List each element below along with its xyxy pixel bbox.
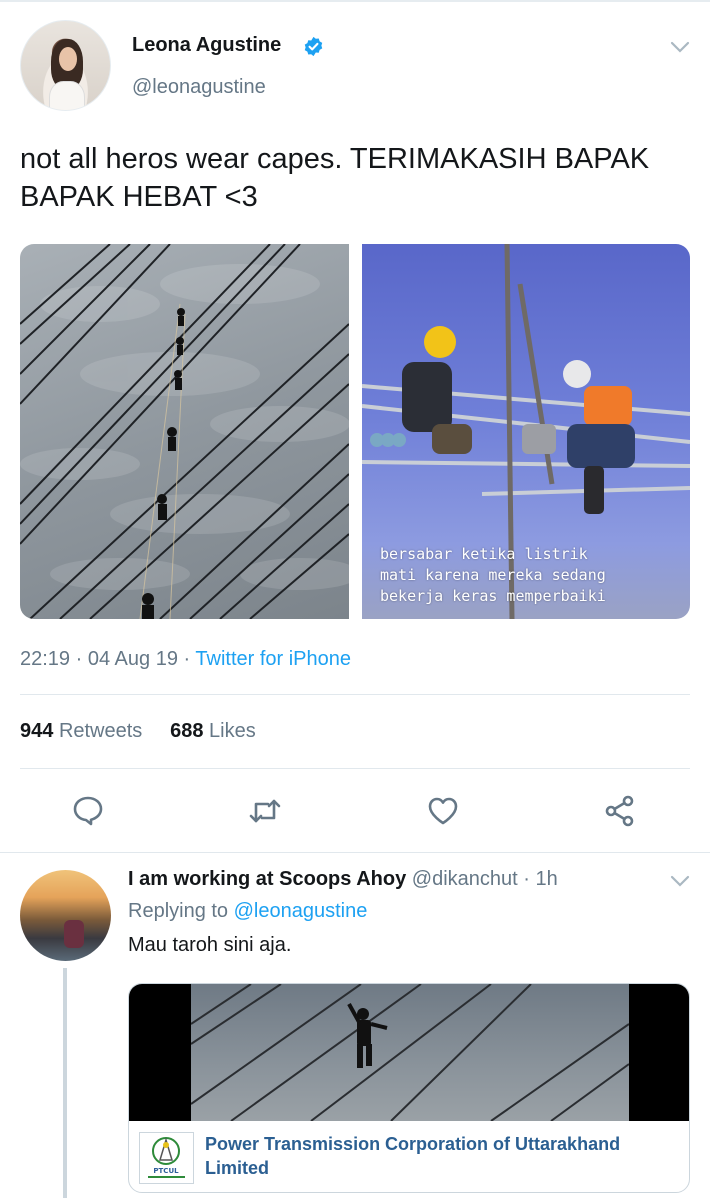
replying-to-label: Replying to: [128, 900, 229, 922]
replying-to: Replying to @leonagustine: [128, 900, 367, 923]
thread-line: [63, 968, 67, 1198]
ptcul-logo: PTCUL: [139, 1132, 194, 1184]
card-image[interactable]: [129, 984, 689, 1121]
tweet-photo-linemen-on-wires[interactable]: [20, 244, 349, 619]
author-name[interactable]: Leona Agustine: [132, 34, 281, 57]
reply-author-handle[interactable]: @dikanchut: [412, 868, 518, 890]
share-icon[interactable]: [603, 794, 637, 828]
top-border: [0, 0, 710, 2]
chevron-down-icon[interactable]: [669, 874, 691, 888]
card-logo-text: PTCUL: [153, 1167, 179, 1175]
author-handle[interactable]: @leonagustine: [132, 76, 266, 99]
reply-text: Mau taroh sini aja.: [128, 934, 292, 956]
meta-separator: ·: [183, 648, 191, 670]
tweet-text: not all heros wear capes. TERIMAKASIH BA…: [20, 143, 650, 213]
retweet-icon[interactable]: [248, 794, 282, 828]
chevron-down-icon[interactable]: [669, 40, 691, 54]
reply-time: 1h: [535, 868, 558, 890]
section-separator: [0, 852, 710, 853]
reply-author-avatar[interactable]: [20, 870, 111, 961]
tweet-date: 04 Aug 19: [87, 648, 178, 670]
retweets-count[interactable]: 944: [20, 720, 53, 742]
reply-header: I am working at Scoops Ahoy @dikanchut ·…: [128, 868, 558, 891]
tweet-timestamp: 22:19 · 04 Aug 19 · Twitter for iPhone: [20, 648, 351, 671]
tweet-photo-workers-repairing[interactable]: bersabar ketika listrik mati karena mere…: [362, 244, 690, 619]
retweets-label[interactable]: Retweets: [59, 720, 142, 742]
reply-separator: ·: [523, 868, 530, 890]
likes-count[interactable]: 688: [170, 720, 203, 742]
divider: [20, 768, 690, 769]
card-photo-illustration: [191, 984, 629, 1121]
link-card[interactable]: PTCUL Power Transmission Corporation of …: [128, 983, 690, 1193]
tweet-stats: 944 Retweets 688 Likes: [20, 720, 256, 743]
meta-separator: ·: [75, 648, 83, 670]
tweet-time: 22:19: [20, 648, 71, 670]
power-lines-illustration: [20, 244, 349, 619]
verified-badge-icon: [304, 36, 323, 57]
likes-label[interactable]: Likes: [209, 720, 256, 742]
author-avatar[interactable]: [20, 20, 111, 111]
replying-to-mention[interactable]: @leonagustine: [234, 900, 368, 922]
reply-icon[interactable]: [71, 794, 105, 828]
divider: [20, 694, 690, 695]
heart-icon[interactable]: [426, 794, 460, 828]
tweet-source-link[interactable]: Twitter for iPhone: [195, 648, 351, 670]
card-title[interactable]: Power Transmission Corporation of Uttara…: [205, 1132, 675, 1180]
reply-author-name[interactable]: I am working at Scoops Ahoy: [128, 868, 406, 890]
image-caption: bersabar ketika listrik mati karena mere…: [380, 545, 606, 605]
